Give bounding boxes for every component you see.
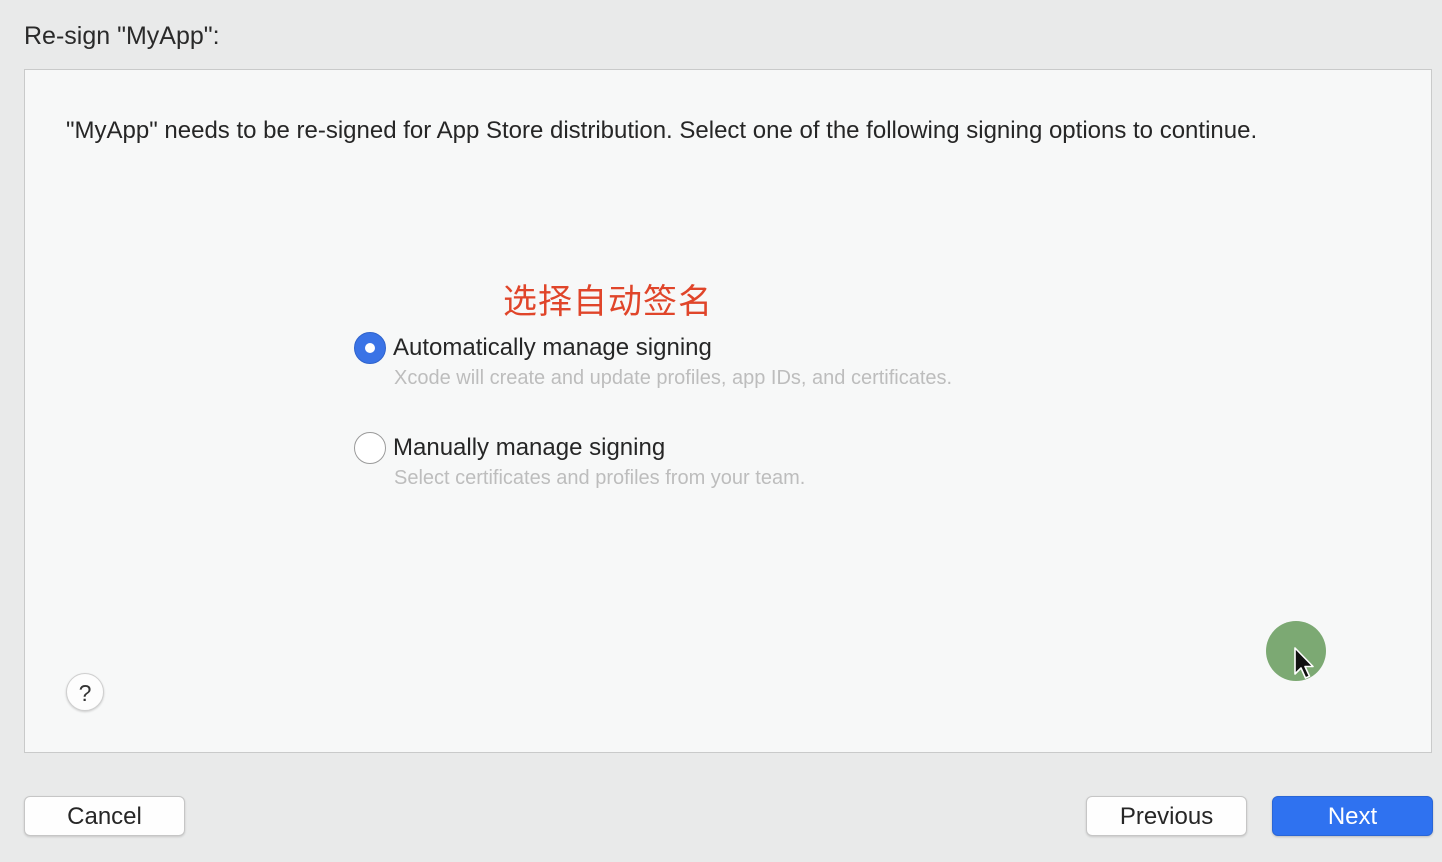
mouse-pointer-icon xyxy=(1294,647,1314,679)
resign-sheet: Re-sign "MyApp": "MyApp" needs to be re-… xyxy=(0,0,1442,862)
instruction-message: "MyApp" needs to be re-signed for App St… xyxy=(66,117,1258,144)
cancel-button[interactable]: Cancel xyxy=(24,796,185,836)
help-button[interactable]: ? xyxy=(66,673,104,711)
content-panel: "MyApp" needs to be re-signed for App St… xyxy=(24,69,1432,753)
sheet-title: Re-sign "MyApp": xyxy=(24,22,220,50)
question-mark-icon: ? xyxy=(78,680,92,706)
option-automatic-label: Automatically manage signing xyxy=(393,334,712,361)
annotation-label: 选择自动签名 xyxy=(503,282,713,322)
option-manual-description: Select certificates and profiles from yo… xyxy=(394,467,806,489)
next-button[interactable]: Next xyxy=(1272,796,1433,836)
radio-automatic-signing[interactable] xyxy=(354,332,386,364)
option-manual-label: Manually manage signing xyxy=(393,434,666,461)
previous-button[interactable]: Previous xyxy=(1086,796,1247,836)
radio-manual-signing[interactable] xyxy=(354,432,386,464)
option-automatic-description: Xcode will create and update profiles, a… xyxy=(394,367,953,389)
